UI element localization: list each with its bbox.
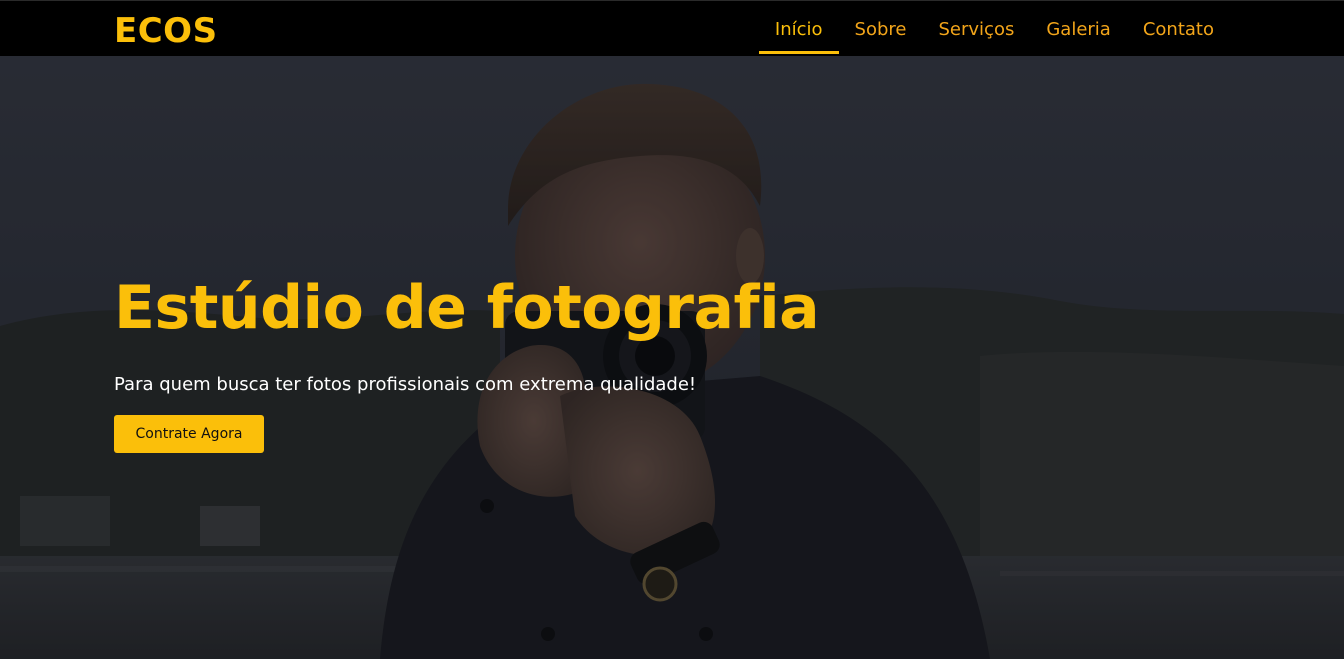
main-nav: Início Sobre Serviços Galeria Contato — [758, 1, 1230, 57]
page: ECOS Início Sobre Serviços Galeria Conta… — [0, 0, 1344, 659]
hero-overlay — [0, 56, 1344, 659]
hero-title: Estúdio de fotografia — [114, 273, 820, 343]
nav-item-servicos[interactable]: Serviços — [923, 1, 1031, 57]
nav-item-contato[interactable]: Contato — [1127, 1, 1230, 57]
hero-subtitle: Para quem busca ter fotos profissionais … — [114, 374, 697, 395]
nav-item-sobre[interactable]: Sobre — [839, 1, 923, 57]
contrate-agora-button[interactable]: Contrate Agora — [114, 415, 264, 453]
navbar: ECOS Início Sobre Serviços Galeria Conta… — [0, 0, 1344, 56]
nav-item-inicio[interactable]: Início — [758, 1, 839, 57]
site-logo[interactable]: ECOS — [114, 11, 218, 51]
hero-section: Estúdio de fotografia Para quem busca te… — [0, 56, 1344, 659]
nav-item-galeria[interactable]: Galeria — [1030, 1, 1127, 57]
